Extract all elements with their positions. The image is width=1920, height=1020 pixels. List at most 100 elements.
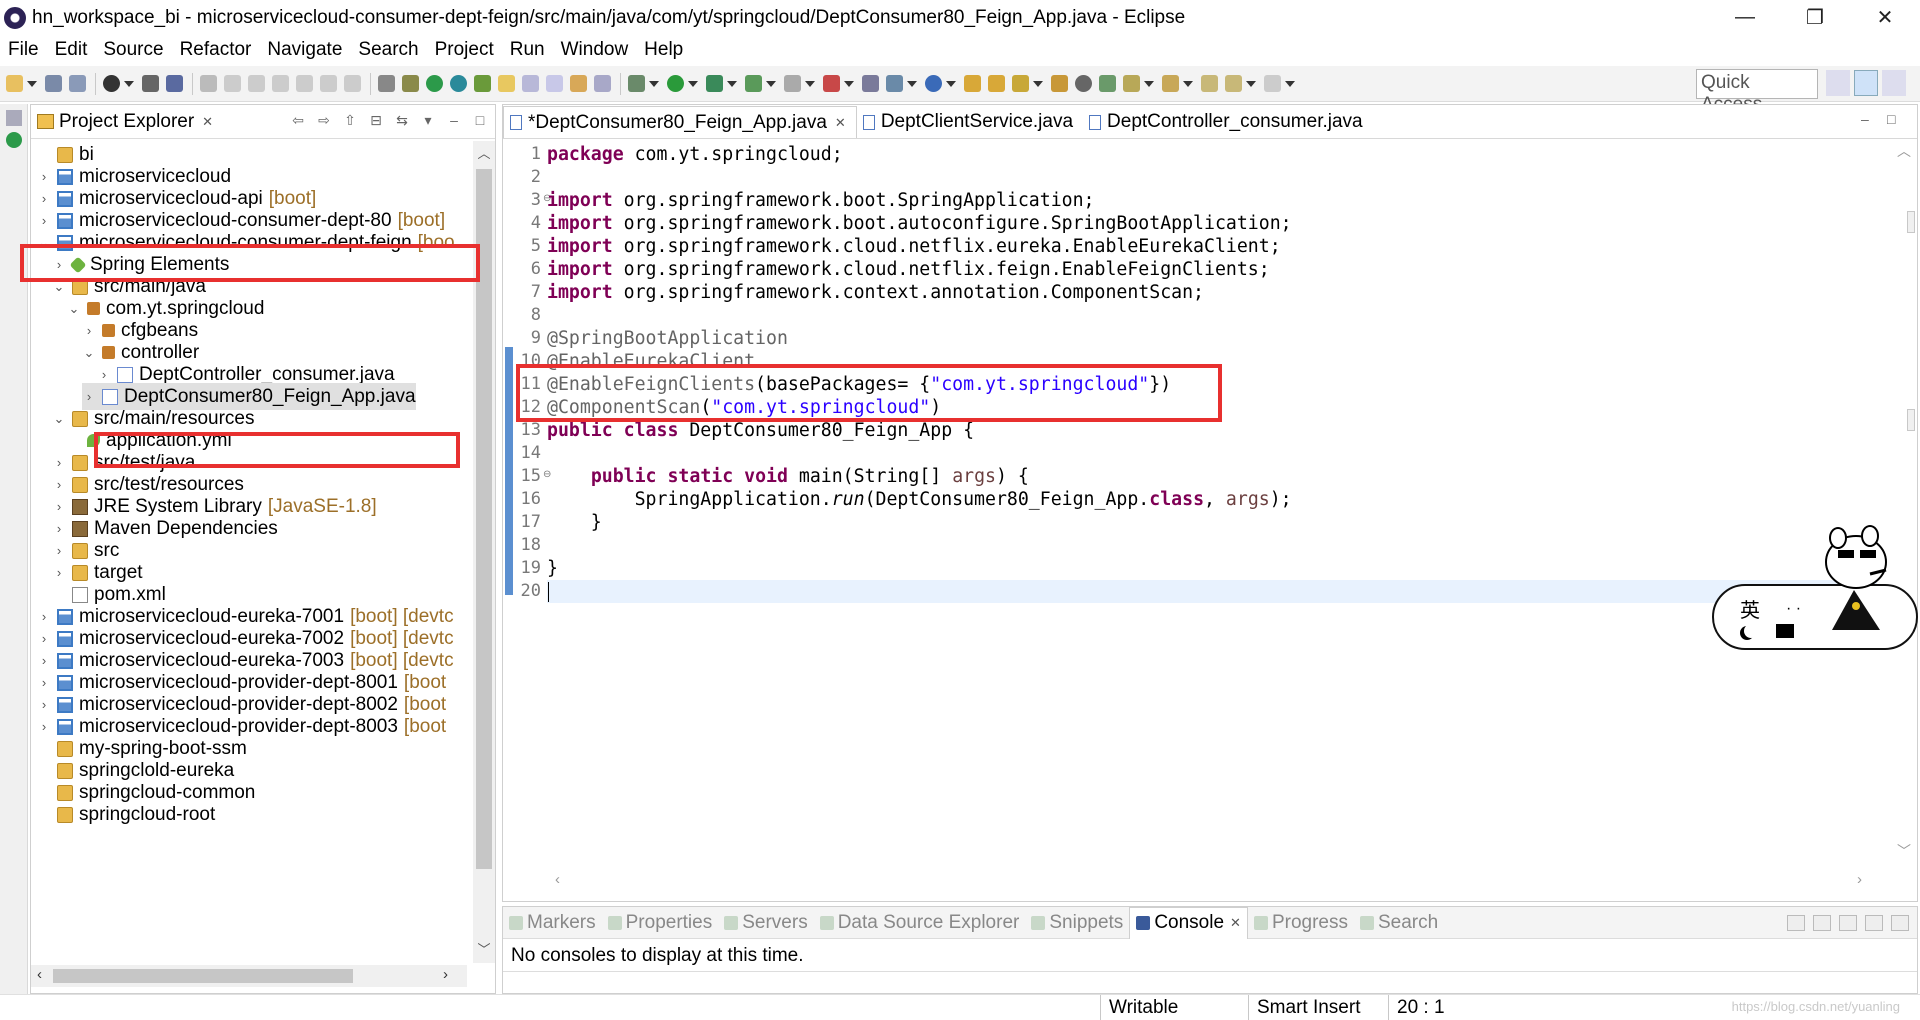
code-line[interactable]: @SpringBootApplication [547, 327, 788, 350]
scroll-right-icon[interactable]: › [1857, 871, 1862, 888]
menu-project[interactable]: Project [427, 39, 502, 61]
tab-properties[interactable]: Properties [602, 907, 719, 939]
external-tools-dropdown-icon[interactable] [766, 80, 776, 87]
new-class-dropdown-icon[interactable] [946, 80, 956, 87]
menu-refactor[interactable]: Refactor [172, 39, 260, 61]
menu-file[interactable]: File [0, 39, 47, 61]
tab-console[interactable]: Console ✕ [1129, 906, 1248, 939]
chevron-right-icon[interactable]: › [37, 631, 51, 646]
resume-icon[interactable] [200, 75, 217, 92]
scroll-down-icon[interactable]: ﹀ [473, 939, 495, 961]
server-start-icon[interactable] [426, 75, 443, 92]
code-line[interactable]: } [547, 511, 602, 534]
block-selection-icon[interactable] [546, 75, 563, 92]
deploy-icon[interactable] [823, 75, 840, 92]
pilcrow-icon[interactable] [594, 75, 611, 92]
chevron-down-icon[interactable]: ⌄ [52, 411, 66, 427]
back-nav-icon[interactable]: ⇦ [289, 111, 307, 129]
overview-ruler-marker[interactable] [1907, 211, 1915, 233]
coverage-dropdown-icon[interactable] [727, 80, 737, 87]
moon-icon[interactable] [1744, 624, 1758, 638]
menu-navigate[interactable]: Navigate [259, 39, 350, 61]
external-tools-icon[interactable] [745, 75, 762, 92]
print-icon[interactable] [142, 75, 159, 92]
show-whitespace-icon[interactable] [570, 75, 587, 92]
open-file-icon[interactable] [1051, 75, 1068, 92]
menu-search[interactable]: Search [350, 39, 426, 61]
scroll-thumb[interactable] [53, 969, 353, 983]
save-icon[interactable] [45, 75, 62, 92]
chevron-right-icon[interactable]: › [97, 367, 111, 382]
last-edit-icon[interactable] [1201, 75, 1218, 92]
scroll-left-icon[interactable]: ‹ [555, 871, 560, 888]
tab-close-icon[interactable]: ✕ [1230, 915, 1241, 931]
chevron-down-icon[interactable]: ⌄ [82, 345, 96, 361]
menu-edit[interactable]: Edit [47, 39, 96, 61]
code-line[interactable]: import org.springframework.cloud.netflix… [547, 258, 1270, 281]
profile-icon[interactable] [103, 75, 120, 92]
quick-access-input[interactable]: Quick Access [1696, 69, 1818, 115]
project-explorer-close-icon[interactable]: ✕ [202, 114, 213, 130]
collapse-all-icon[interactable]: ⊟ [367, 111, 385, 129]
open-console-icon[interactable] [1839, 915, 1857, 931]
forward-icon[interactable] [1264, 75, 1281, 92]
scroll-up-icon[interactable]: ︿ [1891, 141, 1917, 163]
step-into-icon[interactable] [296, 75, 313, 92]
up-nav-icon[interactable]: ⇧ [341, 111, 359, 129]
run-icon[interactable] [667, 75, 684, 92]
previous-annotation-icon[interactable] [1162, 75, 1179, 92]
scroll-left-icon[interactable]: ‹ [37, 966, 42, 983]
code-line[interactable] [547, 580, 1877, 603]
disconnect-icon[interactable] [272, 75, 289, 92]
code-line[interactable]: SpringApplication.run(DeptConsumer80_Fei… [547, 488, 1292, 511]
debug-icon[interactable] [628, 75, 645, 92]
chevron-right-icon[interactable]: › [37, 191, 51, 206]
tab-data-source-explorer[interactable]: Data Source Explorer [814, 907, 1026, 939]
chevron-right-icon[interactable]: › [37, 653, 51, 668]
previous-annotation-dropdown-icon[interactable] [1183, 80, 1193, 87]
new-icon[interactable] [6, 75, 23, 92]
menu-help[interactable]: Help [636, 39, 691, 61]
restore-button[interactable]: ❐ [1780, 0, 1850, 34]
chevron-right-icon[interactable]: › [52, 477, 66, 492]
close-button[interactable]: ✕ [1850, 0, 1920, 34]
tab-deptclientservice[interactable]: DeptClientService.java [857, 106, 1083, 138]
code-line[interactable]: package com.yt.springcloud; [547, 143, 843, 166]
chevron-right-icon[interactable]: › [37, 675, 51, 690]
scroll-down-icon[interactable]: ﹀ [1891, 841, 1917, 863]
stop-dropdown-icon[interactable] [805, 80, 815, 87]
chevron-right-icon[interactable]: › [37, 719, 51, 734]
terminate-icon[interactable] [248, 75, 265, 92]
overview-ruler-marker[interactable] [1907, 409, 1915, 431]
run-dropdown-icon[interactable] [688, 80, 698, 87]
chevron-right-icon[interactable]: › [82, 323, 96, 338]
chevron-right-icon[interactable]: › [52, 455, 66, 470]
editor-horizontal-scrollbar[interactable]: ‹ › [545, 871, 1885, 893]
project-explorer-title[interactable]: Project Explorer [59, 111, 194, 133]
link-with-editor-icon[interactable]: ⇆ [393, 111, 411, 129]
next-annotation-icon[interactable] [1123, 75, 1140, 92]
code-line[interactable]: import org.springframework.context.annot… [547, 281, 1204, 304]
tab-search[interactable]: Search [1354, 907, 1444, 939]
new-dropdown-icon[interactable] [27, 80, 37, 87]
chevron-right-icon[interactable]: › [82, 389, 96, 404]
java-perspective-icon[interactable] [1882, 70, 1906, 96]
chevron-right-icon[interactable]: › [52, 543, 66, 558]
chevron-down-icon[interactable]: ⌄ [67, 301, 81, 317]
open-resource-icon[interactable] [988, 75, 1005, 92]
new-java-dropdown-icon[interactable] [907, 80, 917, 87]
save-all-icon[interactable] [69, 75, 86, 92]
chevron-right-icon[interactable]: › [37, 697, 51, 712]
minimize-view-icon[interactable]: – [1861, 111, 1881, 127]
new-java-project-icon[interactable] [886, 75, 903, 92]
minimize-view-icon[interactable]: – [445, 111, 463, 129]
tab-deptcontroller-consumer[interactable]: DeptController_consumer.java [1083, 106, 1373, 138]
chevron-right-icon[interactable]: › [52, 499, 66, 514]
word-wrap-icon[interactable] [522, 75, 539, 92]
minimize-button[interactable]: — [1710, 0, 1780, 34]
chevron-right-icon[interactable]: › [37, 609, 51, 624]
code-line[interactable]: import org.springframework.cloud.netflix… [547, 235, 1281, 258]
tab-markers[interactable]: Markers [503, 907, 602, 939]
open-type-icon[interactable] [402, 75, 419, 92]
search-tools-icon[interactable] [1012, 75, 1029, 92]
